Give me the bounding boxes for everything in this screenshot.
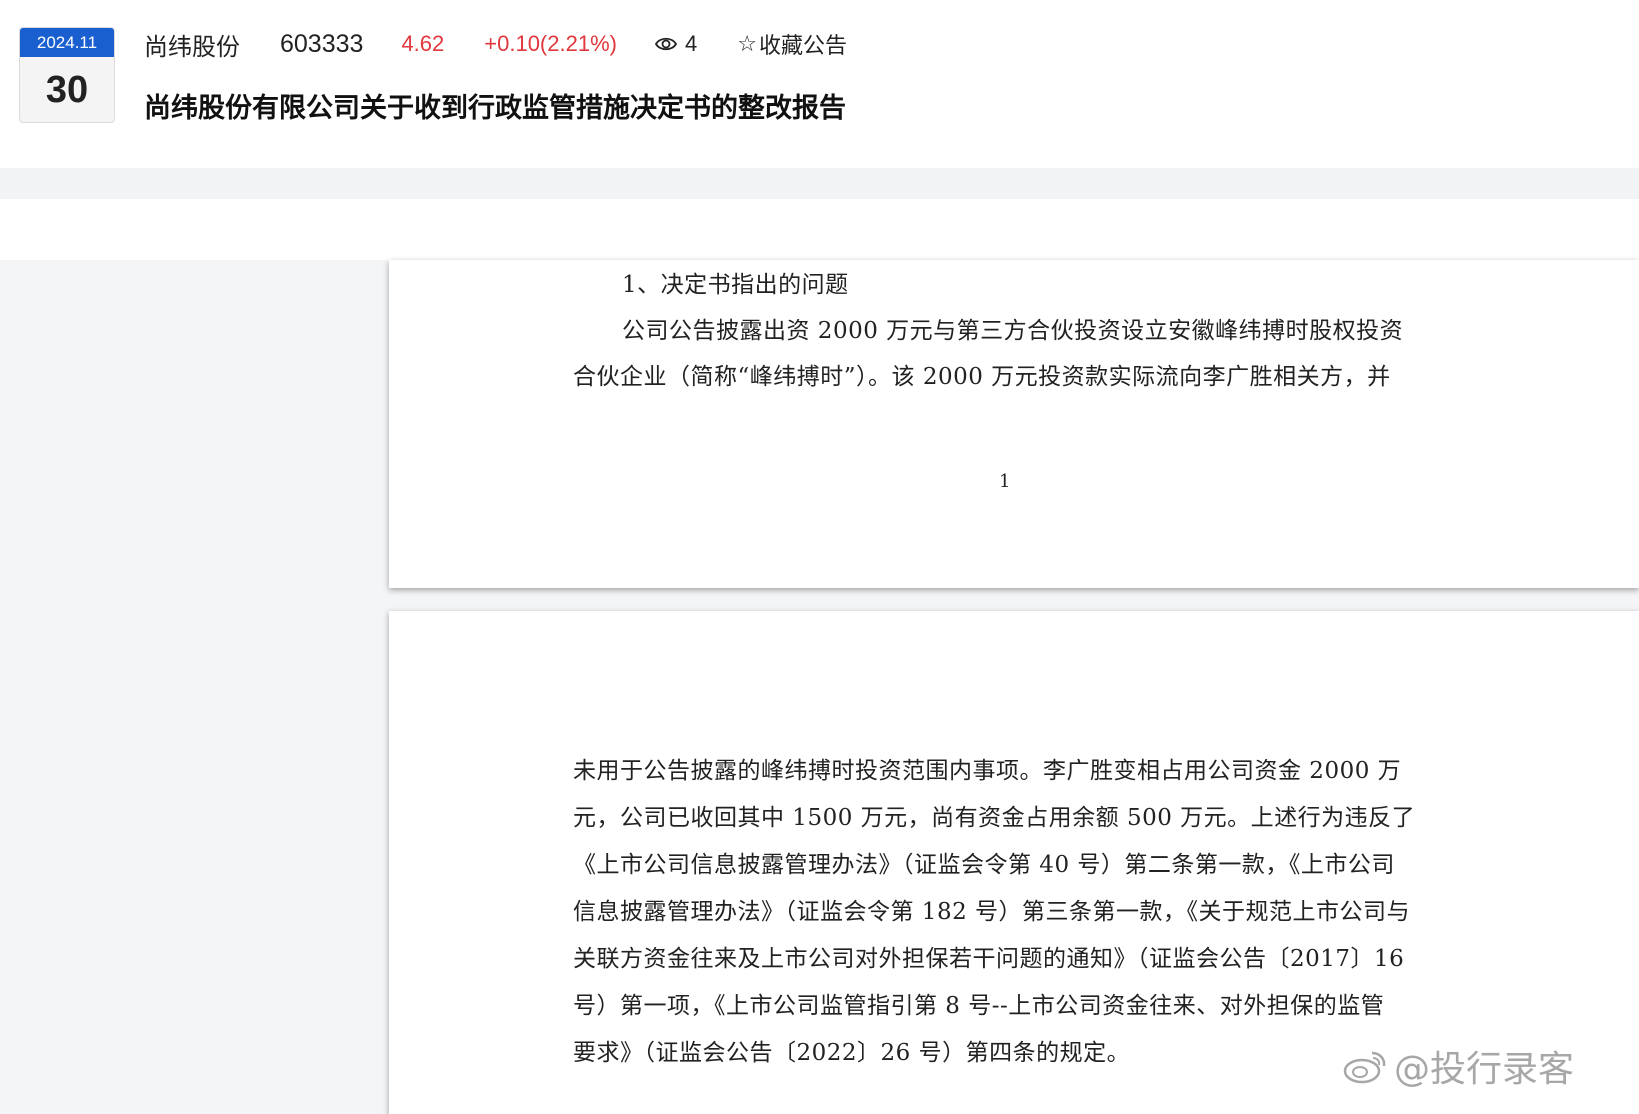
paragraph-line: 《上市公司信息披露管理办法》（证监会令第 40 号）第二条第一款，《上市公司 (573, 852, 1395, 878)
favorite-button[interactable]: ☆ 收藏公告 (737, 28, 847, 60)
paragraph-line: 未用于公告披露的峰纬搏时投资范围内事项。李广胜变相占用公司资金 2000 万 (573, 758, 1402, 784)
stock-meta-row: 尚纬股份 603333 4.62 +0.10(2.21%) 4 ☆ 收藏公告 (144, 26, 847, 62)
date-day: 30 (45, 69, 89, 111)
eye-icon (654, 37, 677, 51)
paragraph-line: 元，公司已收回其中 1500 万元，尚有资金占用余额 500 万元。上述行为违反… (573, 805, 1416, 831)
paragraph-line: 关联方资金往来及上市公司对外担保若干问题的通知》（证监会公告〔2017〕16 (573, 946, 1405, 972)
view-count-value: 4 (684, 31, 698, 56)
star-icon: ☆ (737, 31, 757, 57)
paragraph-line: 1、决定书指出的问题 (622, 272, 849, 298)
pdf-page-1: 1、决定书指出的问题 公司公告披露出资 2000 万元与第三方合伙投资设立安徽峰… (389, 260, 1639, 588)
page-number: 1 (999, 471, 1011, 492)
weibo-logo-icon (1343, 1051, 1386, 1084)
stock-name[interactable]: 尚纬股份 (144, 27, 240, 62)
favorite-label: 收藏公告 (758, 34, 847, 59)
pdf-page-2: 未用于公告披露的峰纬搏时投资范围内事项。李广胜变相占用公司资金 2000 万 元… (389, 611, 1639, 1114)
paragraph-line: 号）第一项，《上市公司监管指引第 8 号--上市公司资金往来、对外担保的监管 (573, 993, 1385, 1019)
stock-code[interactable]: 603333 (280, 30, 363, 59)
date-badge: 2024.11 30 (19, 27, 115, 123)
paragraph-line: 公司公告披露出资 2000 万元与第三方合伙投资设立安徽峰纬搏时股权投资 (622, 318, 1404, 344)
date-month: 2024.11 (20, 28, 114, 57)
pdf-viewer[interactable]: 1、决定书指出的问题 公司公告披露出资 2000 万元与第三方合伙投资设立安徽峰… (0, 260, 1639, 1114)
paragraph-line: 要求》（证监会公告〔2022〕26 号）第四条的规定。 (573, 1040, 1131, 1066)
announcement-header: 2024.11 30 尚纬股份 603333 4.62 +0.10(2.21%)… (0, 0, 1639, 162)
stock-change: +0.10(2.21%) (484, 31, 617, 56)
watermark-text: @投行录客 (1394, 1049, 1575, 1090)
view-count: 4 (654, 31, 698, 57)
paragraph-line: 信息披露管理办法》（证监会令第 182 号）第三条第一款，《关于规范上市公司与 (573, 899, 1411, 925)
watermark: @投行录客 (1342, 1040, 1574, 1092)
paragraph-line: 合伙企业（简称“峰纬搏时”）。该 2000 万元投资款实际流向李广胜相关方，并 (573, 364, 1391, 390)
announcement-title: 尚纬股份有限公司关于收到行政监管措施决定书的整改报告 (144, 93, 846, 124)
divider-band (0, 168, 1639, 199)
stock-price: 4.62 (401, 31, 445, 56)
